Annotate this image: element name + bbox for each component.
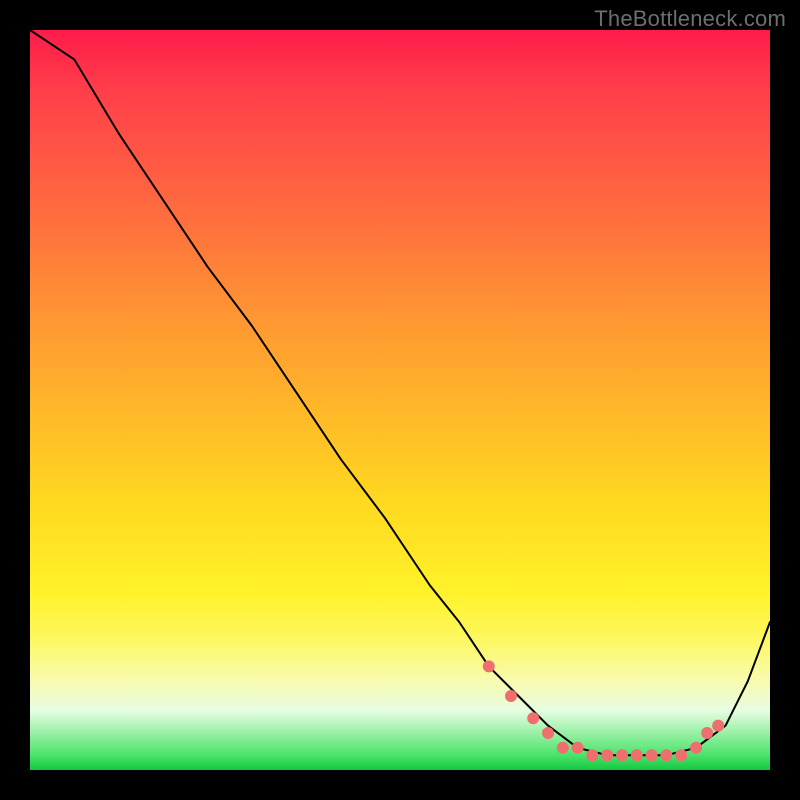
chart-frame: TheBottleneck.com: [0, 0, 800, 800]
plot-background: [30, 30, 770, 770]
attribution-watermark: TheBottleneck.com: [594, 6, 786, 32]
